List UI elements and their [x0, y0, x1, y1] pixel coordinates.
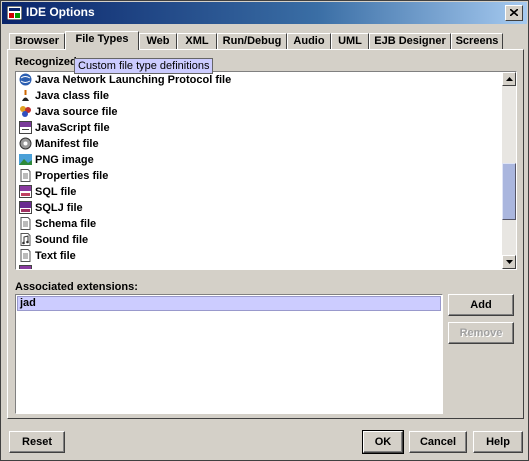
- tab-file-types[interactable]: File Types: [65, 31, 139, 50]
- arrow-down-icon: [506, 260, 513, 264]
- scroll-down-button[interactable]: [502, 255, 516, 269]
- app-icon: [7, 6, 22, 20]
- sound-file-icon: [20, 233, 31, 246]
- manifest-gear-icon: [19, 137, 32, 150]
- list-item-label: Java class file: [35, 90, 110, 102]
- arrow-up-icon: [506, 77, 513, 81]
- list-item-label: PNG image: [35, 154, 94, 166]
- recognized-label: Recognized: [15, 56, 77, 68]
- tab-screens[interactable]: Screens: [451, 33, 503, 49]
- properties-file-icon: [20, 169, 31, 182]
- title-bar[interactable]: IDE Options: [2, 2, 527, 24]
- list-item-label: JavaScript file: [35, 122, 110, 134]
- java-class-icon: [22, 90, 29, 101]
- list-item-label: Java source file: [35, 106, 118, 118]
- tab-web[interactable]: Web: [139, 33, 177, 49]
- remove-button[interactable]: Remove: [448, 322, 514, 344]
- scroll-up-button[interactable]: [502, 72, 516, 86]
- partial-item-icon: [19, 265, 32, 269]
- tab-uml[interactable]: UML: [331, 33, 369, 49]
- file-types-list[interactable]: Java Network Launching Protocol file Jav…: [15, 71, 517, 270]
- extensions-list[interactable]: jad: [15, 294, 443, 414]
- list-item-label: Java Network Launching Protocol file: [35, 74, 232, 86]
- close-icon: [510, 9, 518, 16]
- sqlj-file-icon: [19, 201, 32, 214]
- file-types-list-viewport: Java Network Launching Protocol file Jav…: [16, 72, 501, 269]
- text-file-icon: [20, 249, 31, 262]
- schema-file-icon: [20, 217, 31, 230]
- jnlp-globe-icon: [19, 73, 32, 86]
- list-item-label: Sound file: [35, 234, 89, 246]
- tab-xml[interactable]: XML: [177, 33, 217, 49]
- vertical-scrollbar[interactable]: [502, 72, 516, 269]
- window-title: IDE Options: [26, 5, 95, 19]
- list-item-label: Manifest file: [35, 138, 99, 150]
- reset-button[interactable]: Reset: [9, 431, 65, 453]
- list-item-label: SQL file: [35, 186, 77, 198]
- add-button[interactable]: Add: [448, 294, 514, 316]
- extension-row-selected[interactable]: jad: [17, 296, 441, 311]
- ok-button[interactable]: OK: [362, 430, 404, 454]
- tab-audio[interactable]: Audio: [287, 33, 331, 49]
- sql-file-icon: [19, 185, 32, 198]
- tab-ejb-designer[interactable]: EJB Designer: [369, 33, 451, 49]
- scroll-thumb[interactable]: [502, 163, 516, 220]
- list-item-label: Properties file: [35, 170, 109, 182]
- list-item-label: SQLJ file: [35, 202, 83, 214]
- tab-run-debug[interactable]: Run/Debug: [217, 33, 287, 49]
- associated-extensions-label: Associated extensions:: [15, 281, 138, 293]
- png-image-icon: [19, 154, 32, 165]
- ide-options-dialog: IDE Options Browser File Types Web XML R…: [0, 0, 529, 461]
- list-item-label: Text file: [35, 250, 76, 262]
- help-button[interactable]: Help: [473, 431, 523, 453]
- javascript-file-icon: [19, 121, 32, 134]
- tab-browser[interactable]: Browser: [9, 33, 65, 49]
- java-source-icon: [20, 106, 31, 117]
- close-button[interactable]: [505, 5, 523, 21]
- list-item-label: Schema file: [35, 218, 97, 230]
- cancel-button[interactable]: Cancel: [409, 431, 467, 453]
- tooltip: Custom file type definitions: [74, 58, 214, 74]
